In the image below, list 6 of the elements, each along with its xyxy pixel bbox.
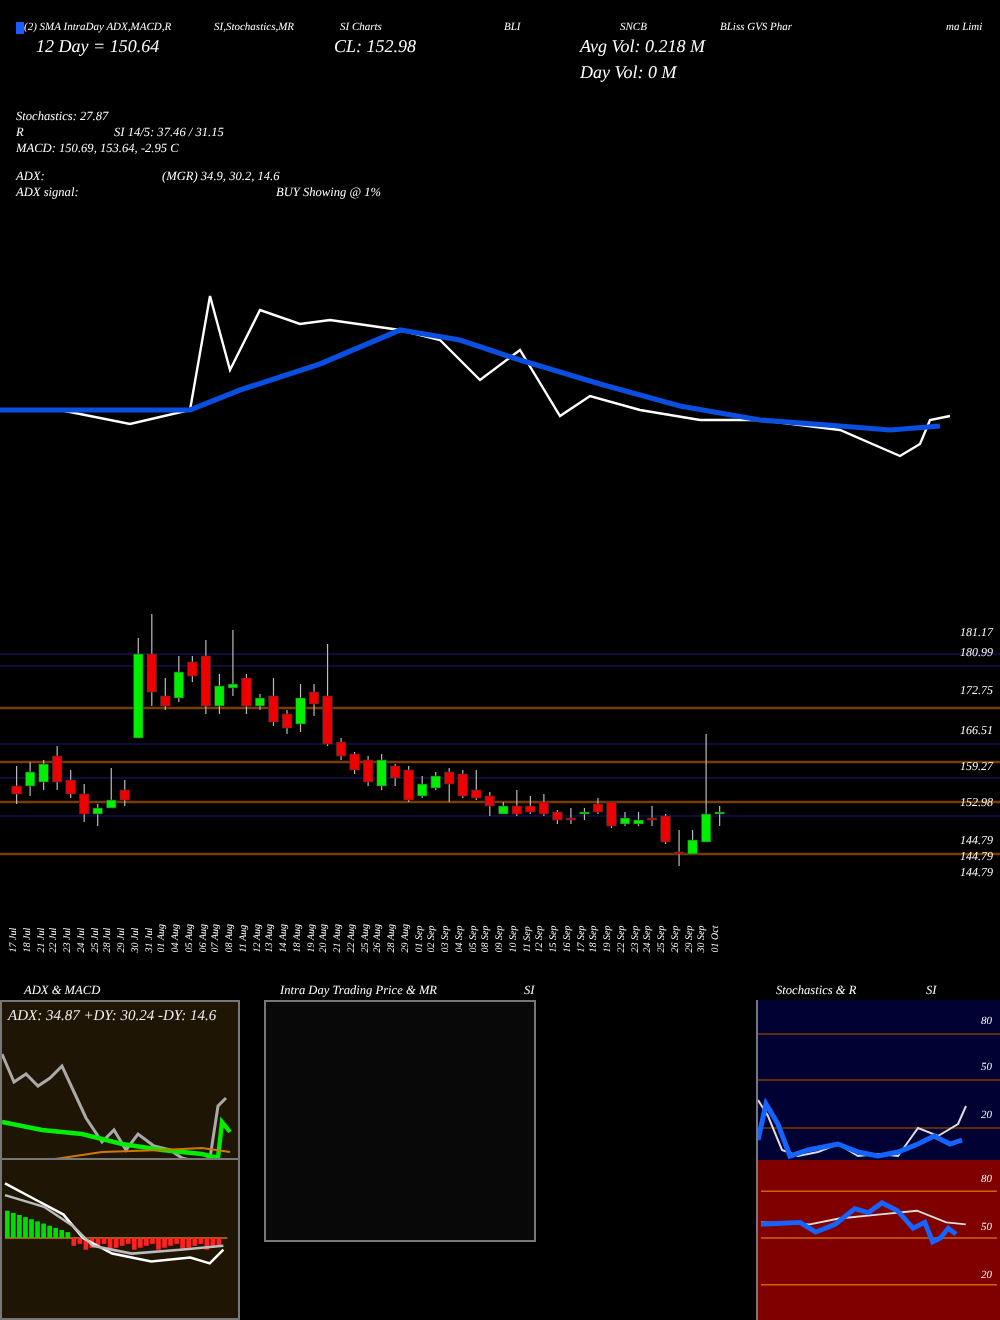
sma-reading: 12 Day = 150.64 (36, 36, 162, 56)
legend-swatch-icon (16, 21, 24, 33)
candle (11, 765, 22, 805)
average-volume: Avg Vol: 0.218 M (580, 36, 705, 56)
day-volume: Day Vol: 0 M (580, 62, 677, 82)
close-price: CL: 152.98 (334, 36, 419, 56)
